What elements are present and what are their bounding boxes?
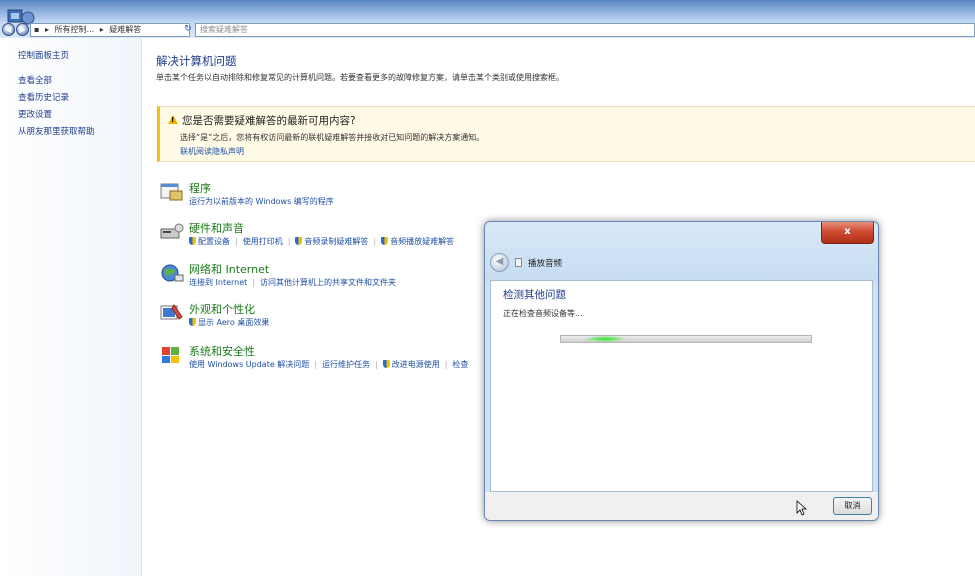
page-description: 单击某个任务以自动排除和修复常见的计算机问题。若要查看更多的故障修复方案，请单击…: [156, 73, 564, 82]
dialog-content: 检测其他问题 正在检查音频设备等...: [490, 280, 873, 492]
troubleshooter-dialog: x ◀ 播放音频 检测其他问题 正在检查音频设备等... 取消: [484, 221, 879, 521]
link-use-printer[interactable]: 使用打印机: [243, 237, 283, 246]
document-icon: [515, 258, 522, 267]
address-bar[interactable]: ▪ ▸ 所有控制... ▸ 疑难解答: [30, 23, 190, 37]
category-title-hardware-sound[interactable]: 硬件和声音: [189, 220, 244, 236]
link-separator: |: [235, 237, 238, 246]
close-button[interactable]: x: [821, 222, 874, 244]
breadcrumb-troubleshooting[interactable]: 疑难解答: [109, 25, 141, 34]
category-title-system-security[interactable]: 系统和安全性: [189, 343, 255, 359]
sidebar-item-get-help[interactable]: 从朋友那里获取帮助: [18, 125, 95, 137]
link-aero-effects[interactable]: 显示 Aero 桌面效果: [198, 318, 269, 327]
breadcrumb-separator: ▸: [44, 25, 49, 34]
sidebar-item-settings[interactable]: 更改设置: [18, 108, 52, 120]
link-maintenance-tasks[interactable]: 运行维护任务: [322, 360, 370, 369]
uac-shield-icon: [381, 237, 389, 245]
link-power-usage[interactable]: 改进电源使用: [392, 360, 440, 369]
uac-shield-icon: [382, 360, 390, 368]
breadcrumb-separator: ▸: [99, 25, 104, 34]
notice-title[interactable]: 您是否需要疑难解答的最新可用内容?: [182, 113, 356, 128]
hardware-sound-icon: [160, 223, 184, 239]
back-arrow-icon[interactable]: ◀: [490, 253, 509, 272]
folder-icon: ▪: [34, 25, 40, 34]
link-separator: |: [444, 360, 448, 369]
page-title: 解决计算机问题: [156, 54, 237, 68]
link-check[interactable]: 检查: [452, 360, 468, 369]
privacy-statement-link[interactable]: 联机阅读隐私声明: [180, 146, 244, 157]
uac-shield-icon: [189, 318, 196, 326]
link-configure-device[interactable]: 配置设备: [198, 237, 230, 246]
sidebar-item-home[interactable]: 控制面板主页: [18, 49, 69, 61]
uac-shield-icon: [189, 237, 196, 245]
link-connect-internet[interactable]: 连接到 Internet: [189, 278, 247, 287]
warning-exclamation: !: [171, 116, 175, 124]
notice-text: 选择“是”之后，您将有权访问最新的联机疑难解答并接收对已知问题的解决方案通知。: [180, 133, 485, 142]
dialog-title-area: [485, 222, 878, 282]
dialog-header-title: 播放音频: [528, 259, 563, 269]
search-input[interactable]: 搜索疑难解答: [195, 23, 975, 37]
sidebar: 控制面板主页 查看全部 查看历史记录 更改设置 从朋友那里获取帮助: [0, 38, 142, 576]
link-windows-update[interactable]: 使用 Windows Update 解决问题: [189, 360, 309, 369]
refresh-icon[interactable]: ↻: [182, 23, 194, 37]
forward-button[interactable]: ▶: [16, 23, 29, 36]
progress-glow: [585, 336, 625, 342]
link-run-older-programs[interactable]: 运行为以前版本的 Windows 编写的程序: [189, 197, 334, 206]
mouse-cursor-icon: [796, 500, 808, 516]
uac-shield-icon: [295, 237, 303, 245]
dialog-heading: 检测其他问题: [503, 289, 566, 301]
link-separator: |: [287, 237, 291, 246]
dialog-footer: 取消: [485, 492, 878, 520]
dialog-status-text: 正在检查音频设备等...: [503, 309, 583, 318]
category-title-programs[interactable]: 程序: [189, 180, 211, 196]
link-shared-files[interactable]: 访问其他计算机上的共享文件和文件夹: [260, 278, 396, 287]
link-separator: |: [375, 360, 378, 369]
link-separator: |: [373, 237, 377, 246]
category-title-appearance[interactable]: 外观和个性化: [189, 301, 255, 317]
sidebar-item-view-all[interactable]: 查看全部: [18, 74, 52, 86]
programs-icon: [160, 183, 183, 201]
appearance-icon: [160, 304, 183, 320]
link-separator: |: [252, 278, 256, 287]
link-audio-recording[interactable]: 音频录制疑难解答: [304, 237, 368, 246]
link-audio-playback[interactable]: 音频播放疑难解答: [390, 237, 454, 246]
cancel-button[interactable]: 取消: [833, 497, 872, 515]
back-button[interactable]: ◀: [2, 23, 15, 36]
network-icon: [161, 264, 184, 282]
category-title-network[interactable]: 网络和 Internet: [189, 261, 269, 277]
link-separator: |: [314, 360, 318, 369]
system-security-icon: [162, 347, 179, 363]
sidebar-item-history[interactable]: 查看历史记录: [18, 91, 69, 103]
breadcrumb-control-panel[interactable]: 所有控制...: [55, 25, 95, 34]
online-content-notice: ! 您是否需要疑难解答的最新可用内容? 选择“是”之后，您将有权访问最新的联机疑…: [157, 106, 975, 162]
progress-bar: [560, 335, 812, 343]
address-toolbar: ◀ ▶ ▪ ▸ 所有控制... ▸ 疑难解答 ↻ 搜索疑难解答: [0, 0, 975, 38]
